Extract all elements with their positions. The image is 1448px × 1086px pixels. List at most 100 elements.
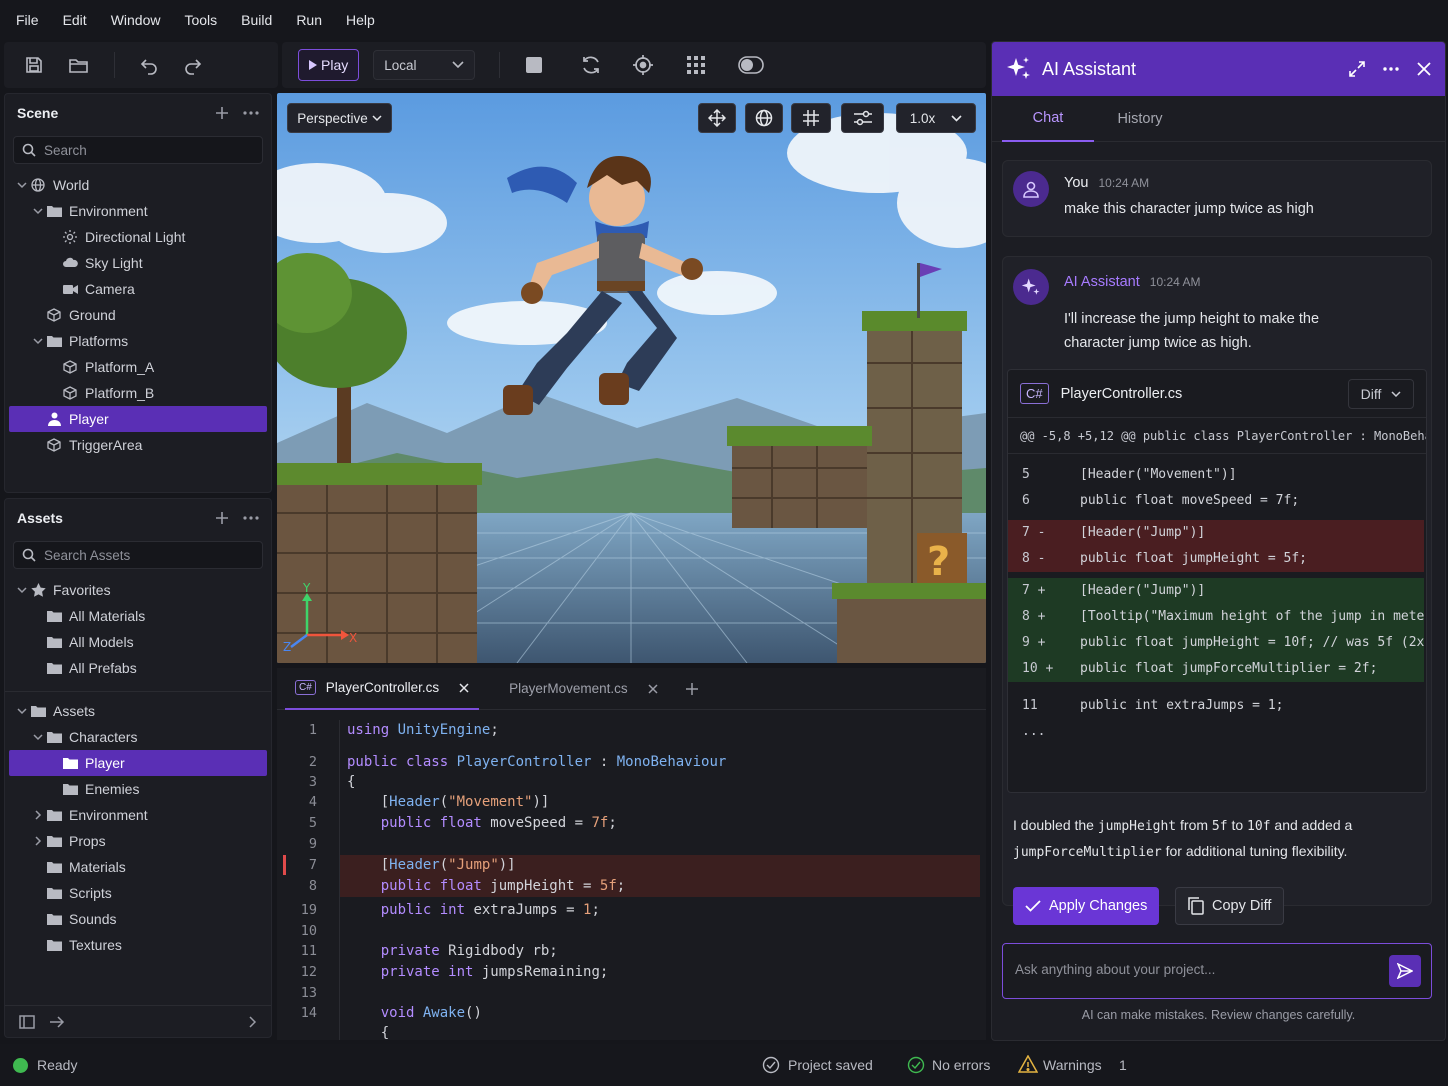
chevron-right-icon[interactable]	[249, 1015, 257, 1028]
menu-help[interactable]: Help	[338, 0, 383, 40]
view-settings-button[interactable]	[841, 103, 884, 133]
refresh-icon[interactable]	[580, 54, 602, 76]
tree-item-player[interactable]: Player	[9, 750, 267, 776]
folder-icon	[29, 705, 47, 717]
scene-viewport[interactable]: ? Y X Z Perspective 1.0x	[277, 93, 986, 663]
undo-icon[interactable]	[139, 55, 159, 75]
line-number: 4	[308, 794, 317, 810]
add-icon[interactable]	[215, 106, 229, 120]
tree-item-directional-light[interactable]: Directional Light	[5, 224, 271, 250]
tree-item-triggerarea[interactable]: TriggerArea	[5, 432, 271, 458]
tree-item-all-prefabs[interactable]: All Prefabs	[5, 655, 271, 681]
person-icon	[45, 412, 63, 426]
editor-tab-playermovement-cs[interactable]: PlayerMovement.cs	[499, 668, 668, 710]
expand-icon[interactable]	[1349, 61, 1365, 77]
tree-item-platforms[interactable]: Platforms	[5, 328, 271, 354]
stop-icon[interactable]	[526, 57, 543, 73]
tab-history[interactable]: History	[1094, 96, 1186, 142]
tree-item-label: Camera	[85, 281, 135, 297]
chevron-down-icon[interactable]	[31, 207, 45, 215]
more-icon[interactable]	[243, 516, 259, 520]
open-folder-icon[interactable]	[68, 55, 90, 75]
tree-item-all-models[interactable]: All Models	[5, 629, 271, 655]
tree-item-sounds[interactable]: Sounds	[5, 906, 271, 932]
tree-item-assets[interactable]: Assets	[5, 698, 271, 724]
diff-mode-select[interactable]: Diff	[1348, 378, 1414, 409]
menu-file[interactable]: File	[8, 0, 47, 40]
diff-line-del: 7 - [Header("Jump")]	[1008, 520, 1424, 546]
chevron-right-icon[interactable]	[31, 836, 45, 846]
grid-toggle-button[interactable]	[791, 103, 831, 133]
tree-item-scripts[interactable]: Scripts	[5, 880, 271, 906]
apply-changes-button[interactable]: Apply Changes	[1013, 887, 1160, 925]
diff-body: 5 [Header("Movement")] 6 public float moveS…	[1008, 454, 1426, 754]
chevron-down-icon[interactable]	[31, 733, 45, 741]
breakpoint-marker[interactable]	[283, 855, 286, 875]
errors-status[interactable]: No errors	[932, 1057, 990, 1073]
add-icon[interactable]	[215, 511, 229, 525]
play-button[interactable]: Play	[298, 49, 360, 81]
diff-line-ctx: 5 [Header("Movement")]	[1008, 462, 1424, 488]
tree-item-label: Environment	[69, 203, 148, 219]
close-tab-icon[interactable]	[459, 682, 469, 693]
send-button[interactable]	[1389, 955, 1421, 987]
redo-icon[interactable]	[183, 55, 203, 75]
tree-item-sky-light[interactable]: Sky Light	[5, 250, 271, 276]
target-select[interactable]: Local	[373, 50, 476, 80]
tree-item-world[interactable]: World	[5, 172, 271, 198]
grid-apps-icon[interactable]	[686, 55, 706, 75]
crosshair-icon[interactable]	[632, 54, 654, 76]
scene-search-input[interactable]: Search	[13, 136, 263, 164]
view-mode-select[interactable]: Perspective	[287, 103, 392, 133]
tree-item-materials[interactable]: Materials	[5, 854, 271, 880]
save-icon[interactable]	[24, 55, 44, 75]
warnings-status[interactable]: Warnings	[1043, 1057, 1102, 1073]
menu-edit[interactable]: Edit	[55, 0, 95, 40]
chevron-down-icon[interactable]	[31, 337, 45, 345]
chevron-right-icon[interactable]	[31, 810, 45, 820]
menu-build[interactable]: Build	[233, 0, 280, 40]
diff-line-code: public int extraJumps = 1;	[1080, 698, 1284, 713]
menu-tools[interactable]: Tools	[176, 0, 225, 40]
line-code: public float jumpHeight = 5f;	[380, 878, 626, 894]
tree-item-textures[interactable]: Textures	[5, 932, 271, 958]
tree-item-ground[interactable]: Ground	[5, 302, 271, 328]
axis-z-label: Z	[283, 640, 291, 654]
tree-item-camera[interactable]: Camera	[5, 276, 271, 302]
tree-item-platform-a[interactable]: Platform_A	[5, 354, 271, 380]
chevron-down-icon[interactable]	[15, 586, 29, 594]
tree-item-environment[interactable]: Environment	[5, 198, 271, 224]
more-icon[interactable]	[243, 111, 259, 115]
close-tab-icon[interactable]	[648, 683, 658, 694]
tree-item-player[interactable]: Player	[9, 406, 267, 432]
tab-chat[interactable]: Chat	[1002, 96, 1094, 142]
toggle-icon[interactable]	[738, 56, 765, 74]
chat-input[interactable]: Ask anything about your project...	[1002, 943, 1432, 999]
new-tab-icon[interactable]	[685, 682, 698, 695]
tree-item-props[interactable]: Props	[5, 828, 271, 854]
more-icon[interactable]	[1383, 67, 1399, 71]
tree-item-favorites[interactable]: Favorites	[5, 577, 271, 603]
send-icon	[1397, 963, 1413, 979]
chevron-down-icon[interactable]	[15, 707, 29, 715]
zoom-select[interactable]: 1.0x	[896, 103, 976, 133]
tree-item-characters[interactable]: Characters	[5, 724, 271, 750]
move-tool-button[interactable]	[698, 103, 736, 133]
line-number: 8	[308, 878, 317, 894]
chevron-down-icon[interactable]	[15, 181, 29, 189]
close-icon[interactable]	[1417, 62, 1431, 76]
tree-item-environment[interactable]: Environment	[5, 802, 271, 828]
global-space-button[interactable]	[745, 103, 783, 133]
panel-layout-icon[interactable]	[19, 1014, 35, 1029]
tree-item-all-materials[interactable]: All Materials	[5, 603, 271, 629]
arrow-right-icon[interactable]	[49, 1015, 65, 1028]
tree-item-platform-b[interactable]: Platform_B	[5, 380, 271, 406]
assets-tree: Assets Characters Player Enemies Environment…	[5, 698, 271, 958]
editor-tab-playercontroller-cs[interactable]: C# PlayerController.cs	[285, 668, 480, 710]
menu-run[interactable]: Run	[288, 0, 330, 40]
tree-item-enemies[interactable]: Enemies	[5, 776, 271, 802]
code-area[interactable]: 1 using UnityEngine; 2 public class PlayerC…	[277, 720, 986, 1041]
menu-window[interactable]: Window	[103, 0, 169, 40]
copy-diff-button[interactable]: Copy Diff	[1175, 887, 1285, 925]
assets-search-input[interactable]: Search Assets	[13, 541, 263, 569]
